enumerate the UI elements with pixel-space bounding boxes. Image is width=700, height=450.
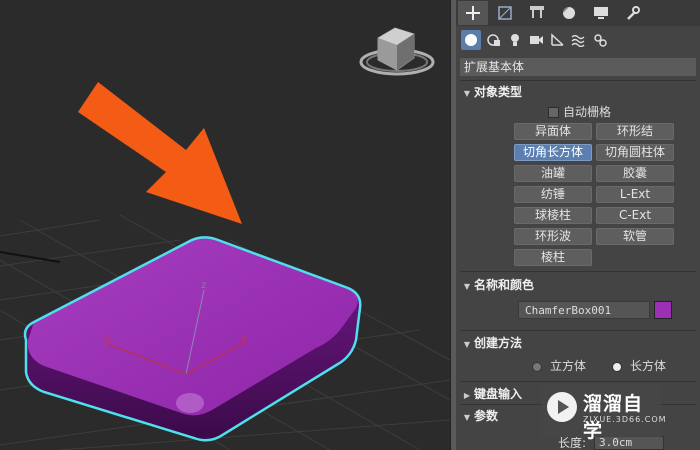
rollout-object-type-title: 对象类型 <box>474 85 523 99</box>
object-type-button[interactable]: L-Ext <box>596 186 674 203</box>
collapse-arrow-icon: ▼ <box>463 89 471 98</box>
radio-box-dot[interactable] <box>612 361 622 372</box>
chamfer-box[interactable] <box>23 236 362 442</box>
collapse-arrow-icon: ▼ <box>463 282 471 291</box>
collapse-arrow-icon: ▼ <box>463 340 471 349</box>
orange-arrow-icon <box>78 82 242 224</box>
rollout-name-color-title: 名称和颜色 <box>474 278 535 292</box>
radio-cube[interactable]: 立方体 <box>532 358 586 374</box>
object-type-button[interactable]: 切角长方体 <box>514 144 592 161</box>
rollout-object-type[interactable]: ▼ 对象类型 <box>460 83 696 101</box>
watermark-subtitle: ZIXUE.3D66.COM <box>583 415 667 424</box>
watermark-logo-icon <box>547 392 577 422</box>
spacewarps-icon[interactable] <box>568 30 588 50</box>
object-type-button[interactable]: 切角圆柱体 <box>596 144 674 161</box>
systems-icon[interactable] <box>590 30 610 50</box>
object-color-swatch[interactable] <box>654 301 672 319</box>
expand-arrow-icon: ▶ <box>463 391 471 400</box>
rollout-creation-method-title: 创建方法 <box>474 336 523 350</box>
cameras-icon[interactable] <box>526 30 546 50</box>
axis-label-z: z <box>201 280 206 291</box>
object-type-button[interactable]: 纺锤 <box>514 186 592 203</box>
rollout-keyboard-entry-title: 键盘输入 <box>474 387 523 401</box>
object-type-button[interactable]: 环形结 <box>596 123 674 140</box>
object-type-button[interactable]: 油罐 <box>514 165 592 182</box>
object-type-button[interactable]: 球棱柱 <box>514 207 592 224</box>
rollout-separator <box>460 80 696 81</box>
radio-box-label: 长方体 <box>630 359 667 373</box>
create-subcategory-bar <box>456 27 700 55</box>
perspective-viewport[interactable]: z y x <box>0 0 450 450</box>
rollout-separator <box>460 330 696 331</box>
watermark: 溜溜自学 ZIXUE.3D66.COM <box>541 383 666 442</box>
auto-grid-checkbox[interactable] <box>548 107 559 118</box>
radio-box[interactable]: 长方体 <box>612 358 666 374</box>
hierarchy-icon[interactable] <box>522 1 552 25</box>
auto-grid-option[interactable]: 自动栅格 <box>548 104 611 120</box>
rollout-separator <box>460 381 696 382</box>
utilities-icon[interactable] <box>618 1 648 25</box>
auto-grid-label: 自动栅格 <box>563 105 612 119</box>
helpers-icon[interactable] <box>547 30 567 50</box>
object-type-button[interactable]: 胶囊 <box>596 165 674 182</box>
object-type-button[interactable]: 棱柱 <box>514 249 592 266</box>
radio-cube-dot[interactable] <box>532 361 542 372</box>
rollout-parameters-title: 参数 <box>474 409 499 423</box>
rollout-creation-method[interactable]: ▼ 创建方法 <box>460 334 696 352</box>
axis-label-y: y <box>104 334 110 345</box>
display-icon[interactable] <box>586 1 616 25</box>
rollout-name-color[interactable]: ▼ 名称和颜色 <box>460 276 696 294</box>
rollout-separator <box>460 271 696 272</box>
object-name-field[interactable]: ChamferBox001 <box>518 301 650 319</box>
lights-icon[interactable] <box>505 30 525 50</box>
category-dropdown[interactable]: 扩展基本体 <box>460 58 696 76</box>
motion-icon[interactable] <box>554 1 584 25</box>
radio-cube-label: 立方体 <box>550 359 587 373</box>
command-panel-tabs <box>456 0 700 26</box>
geometry-icon[interactable] <box>461 30 481 50</box>
create-icon[interactable] <box>458 1 488 25</box>
collapse-arrow-icon: ▼ <box>463 413 471 422</box>
object-type-button[interactable]: 异面体 <box>514 123 592 140</box>
modify-icon[interactable] <box>490 1 520 25</box>
length-label: 长度: <box>558 436 587 450</box>
grid-axis-line <box>0 251 61 263</box>
axis-label-x: x <box>241 334 247 345</box>
viewport-canvas: z y x <box>0 27 450 450</box>
shapes-icon[interactable] <box>484 30 504 50</box>
viewcube[interactable] <box>359 27 435 76</box>
object-type-button[interactable]: C-Ext <box>596 207 674 224</box>
object-type-button[interactable]: 环形波 <box>514 228 592 245</box>
object-type-button[interactable]: 软管 <box>596 228 674 245</box>
